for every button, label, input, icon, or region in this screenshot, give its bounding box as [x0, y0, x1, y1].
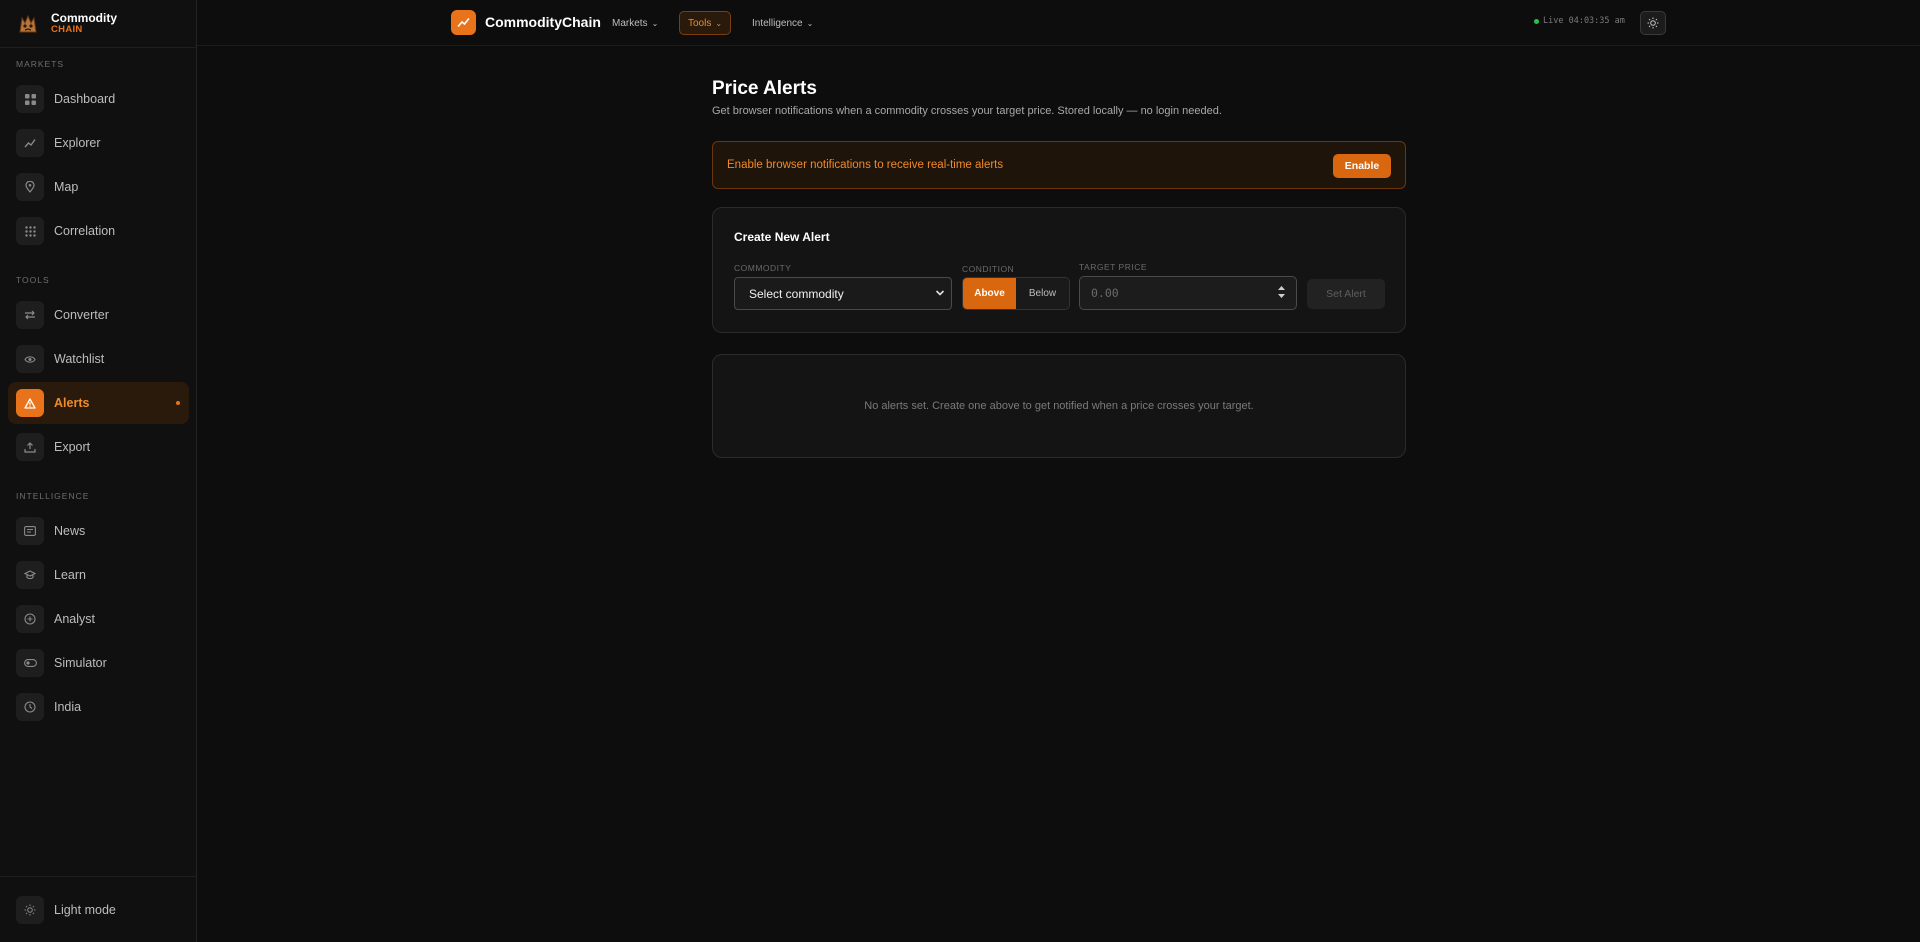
brand[interactable]: Commodity CHAIN [0, 0, 196, 48]
sidebar-item-correlation[interactable]: Correlation [8, 210, 189, 252]
sidebar-item-dashboard[interactable]: Dashboard [8, 78, 189, 120]
eye-icon [16, 345, 44, 373]
sidebar-item-learn[interactable]: Learn [8, 554, 189, 596]
chevron-down-icon [1278, 294, 1285, 298]
plus-circle-icon [16, 605, 44, 633]
dots-grid-icon [16, 217, 44, 245]
sidebar-item-label: Alerts [54, 396, 90, 410]
condition-label: CONDITION [962, 264, 1015, 274]
sidebar-item-india[interactable]: India [8, 686, 189, 728]
sidebar-item-label: Correlation [54, 224, 116, 238]
sidebar: Commodity CHAIN MARKETS Dashboard Explor… [0, 0, 197, 942]
chevron-down-icon: ⌄ [806, 18, 814, 28]
grid-icon [16, 85, 44, 113]
sidebar-item-watchlist[interactable]: Watchlist [8, 338, 189, 380]
sidebar-item-label: Explorer [54, 136, 101, 150]
sidebar-item-label: Watchlist [54, 352, 105, 366]
menu-label: Intelligence [752, 17, 803, 29]
enable-notifications-button[interactable]: Enable [1333, 154, 1391, 178]
section-label-intelligence: INTELLIGENCE [16, 491, 90, 501]
chevron-down-icon [935, 290, 945, 296]
live-dot-icon [1534, 18, 1539, 24]
banner-text: Enable browser notifications to receive … [727, 159, 1004, 171]
condition-toggle: Above Below [962, 277, 1070, 310]
empty-state-text: No alerts set. Create one above to get n… [864, 400, 1254, 412]
swap-icon [16, 301, 44, 329]
graduation-cap-icon [16, 561, 44, 589]
chevron-down-icon: ⌄ [715, 18, 723, 28]
live-status: Live 04:03:35 am [1534, 16, 1625, 26]
condition-below-button[interactable]: Below [1016, 278, 1069, 309]
sun-icon [1647, 17, 1659, 29]
brand-name: Commodity [51, 11, 117, 26]
menu-markets[interactable]: Markets ⌄ [604, 11, 666, 35]
chevron-down-icon: ⌄ [651, 18, 659, 28]
brand-sub: CHAIN [51, 23, 83, 35]
sidebar-item-label: Analyst [54, 612, 95, 626]
live-status-text: Live 04:03:35 am [1543, 16, 1625, 26]
sidebar-item-converter[interactable]: Converter [8, 294, 189, 336]
sidebar-item-analyst[interactable]: Analyst [8, 598, 189, 640]
commodity-select-value: Select commodity [749, 286, 844, 301]
sidebar-item-label: Map [54, 180, 79, 194]
condition-above-button[interactable]: Above [963, 278, 1016, 309]
light-mode-toggle[interactable]: Light mode [8, 889, 189, 931]
menu-tools[interactable]: Tools ⌄ [679, 11, 732, 35]
sidebar-item-simulator[interactable]: Simulator [8, 642, 189, 684]
warning-icon [16, 389, 44, 417]
clock-icon [16, 693, 44, 721]
menu-label: Markets [612, 17, 648, 29]
price-stepper[interactable] [1277, 285, 1286, 299]
sidebar-item-label: Learn [54, 568, 86, 582]
app-logo-icon[interactable] [451, 10, 476, 35]
sidebar-item-news[interactable]: News [8, 510, 189, 552]
menu-label: Tools [688, 17, 712, 29]
section-label-markets: MARKETS [16, 59, 65, 69]
app-title[interactable]: CommodityChain [485, 14, 601, 30]
light-mode-label: Light mode [54, 903, 116, 917]
sidebar-item-label: Dashboard [54, 92, 116, 106]
theme-toggle-button[interactable] [1640, 11, 1666, 35]
active-indicator-dot [176, 401, 180, 405]
card-title: Create New Alert [734, 230, 830, 244]
chevron-up-icon [1278, 286, 1285, 290]
sidebar-item-map[interactable]: Map [8, 166, 189, 208]
trend-icon [16, 129, 44, 157]
sun-icon [16, 896, 44, 924]
newspaper-icon [16, 517, 44, 545]
target-price-label: TARGET PRICE [1079, 262, 1148, 272]
sidebar-footer: Light mode [0, 876, 196, 942]
sidebar-item-label: Export [54, 440, 91, 454]
section-label-tools: TOOLS [16, 275, 50, 285]
alerts-list-card: No alerts set. Create one above to get n… [712, 354, 1406, 458]
sidebar-item-label: Converter [54, 308, 109, 322]
menu-intelligence[interactable]: Intelligence ⌄ [744, 11, 821, 35]
sidebar-item-label: News [54, 524, 86, 538]
page-title: Price Alerts [712, 78, 817, 99]
sidebar-item-export[interactable]: Export [8, 426, 189, 468]
brand-logo-icon [16, 12, 40, 36]
create-alert-card: Create New Alert COMMODITY Select commod… [712, 207, 1406, 333]
sidebar-item-label: India [54, 700, 82, 714]
target-price-placeholder: 0.00 [1091, 286, 1119, 300]
sidebar-item-label: Simulator [54, 656, 107, 670]
topbar: CommodityChain Markets ⌄ Tools ⌄ Intellige… [197, 0, 1920, 46]
upload-icon [16, 433, 44, 461]
commodity-select[interactable]: Select commodity [734, 277, 952, 310]
sidebar-item-alerts[interactable]: Alerts [8, 382, 189, 424]
page-subtitle: Get browser notifications when a commodi… [712, 105, 1222, 117]
commodity-label: COMMODITY [734, 263, 792, 273]
toggle-icon [16, 649, 44, 677]
notification-banner: Enable browser notifications to receive … [712, 141, 1406, 189]
target-price-input[interactable]: 0.00 [1079, 276, 1297, 310]
pin-icon [16, 173, 44, 201]
sidebar-item-explorer[interactable]: Explorer [8, 122, 189, 164]
set-alert-button[interactable]: Set Alert [1307, 279, 1385, 309]
